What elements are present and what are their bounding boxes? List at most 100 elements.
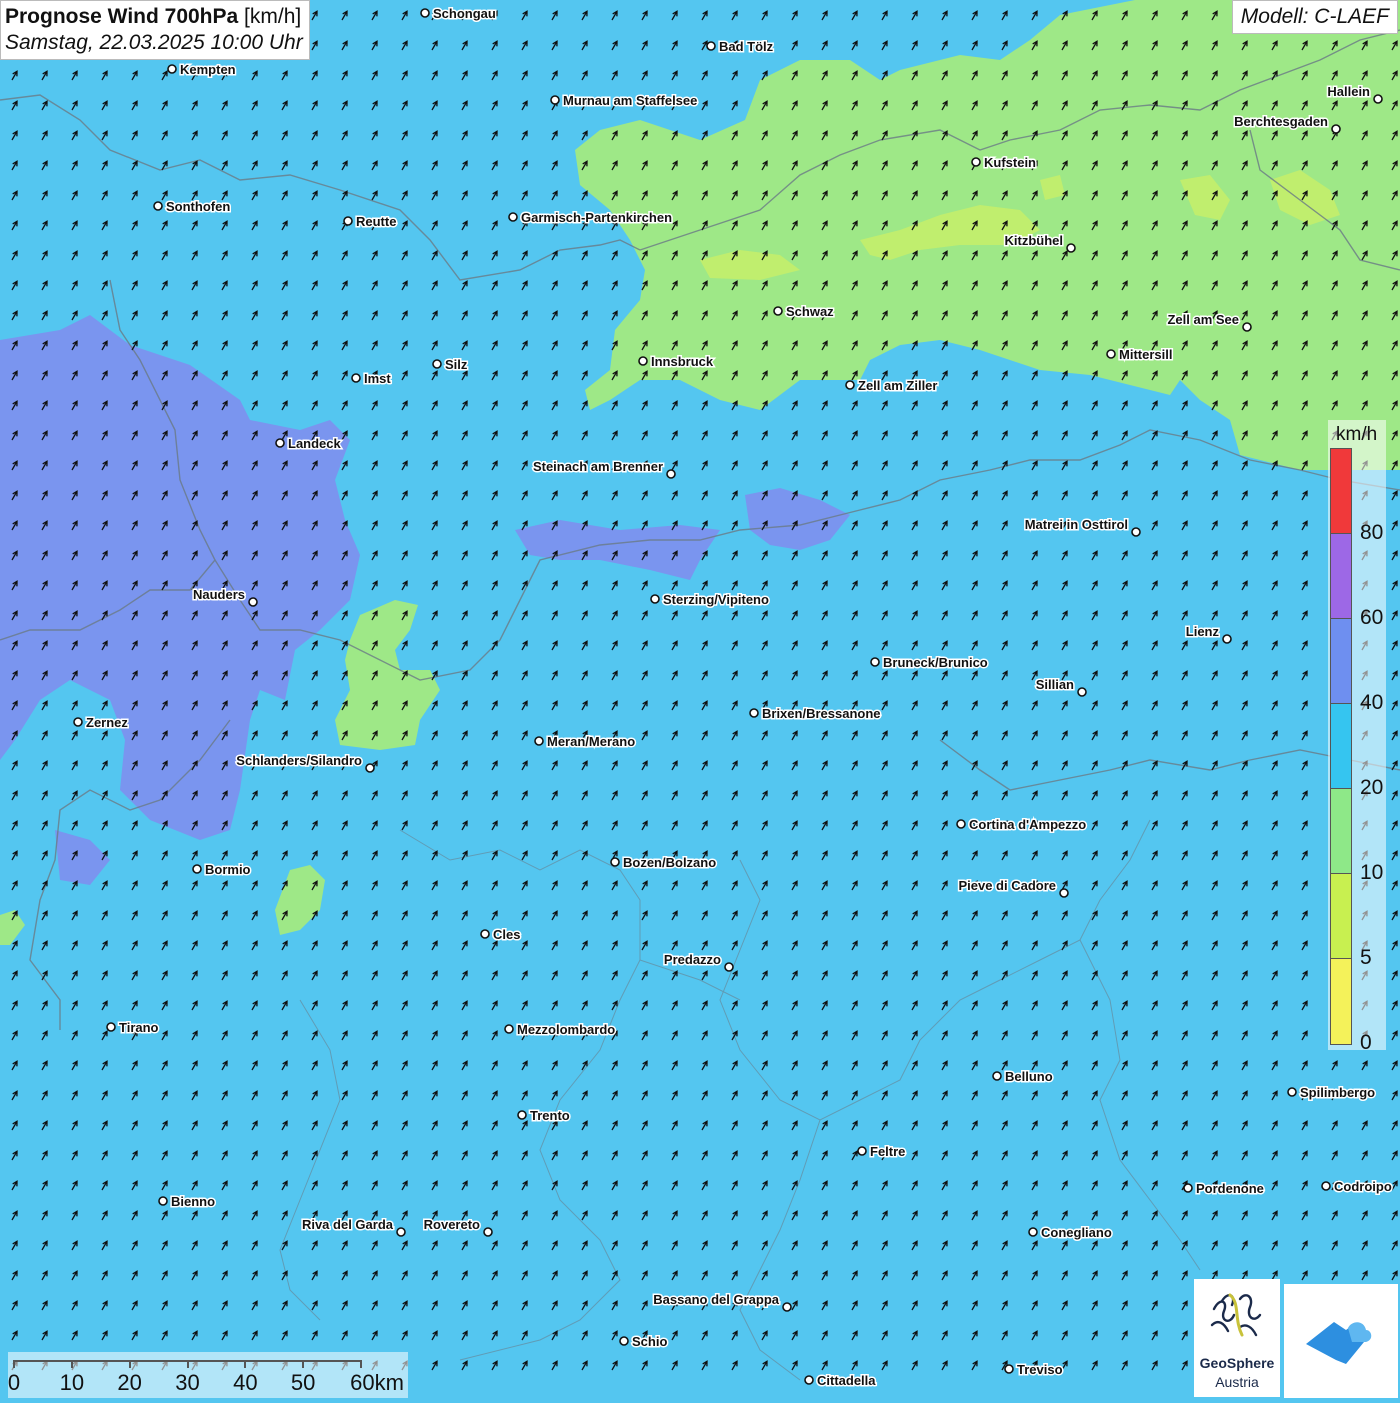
place-marker: Meran/Merano — [534, 733, 637, 751]
scale-label: 60km — [350, 1370, 404, 1395]
place-dot-icon — [610, 857, 620, 867]
scale-tick — [302, 1360, 305, 1368]
place-dot-icon — [483, 1227, 493, 1237]
place-dot-icon — [106, 1022, 116, 1032]
place-marker: Sonthofen — [153, 198, 232, 216]
place-label: Schongau — [433, 6, 496, 21]
place-marker: Cortina d'Ampezzo — [956, 816, 1088, 834]
place-dot-icon — [1077, 687, 1087, 697]
legend-swatch — [1331, 959, 1351, 1044]
place-label: Treviso — [1017, 1362, 1063, 1377]
scale-bar: 0 10 20 30 40 50 60km — [8, 1352, 408, 1398]
place-label: Meran/Merano — [547, 734, 635, 749]
place-dot-icon — [550, 95, 560, 105]
place-dot-icon — [804, 1375, 814, 1385]
place-dot-icon — [517, 1110, 527, 1120]
place-marker: Bruneck/Brunico — [870, 654, 989, 672]
place-label: Silz — [445, 357, 468, 372]
place-dot-icon — [1131, 527, 1141, 537]
place-marker: Brixen/Bressanone — [749, 705, 882, 723]
place-dot-icon — [420, 8, 430, 18]
place-dot-icon — [845, 380, 855, 390]
place-label: Zernez — [86, 715, 128, 730]
app-logo[interactable] — [1284, 1284, 1398, 1398]
scale-tick — [244, 1360, 247, 1368]
place-dot-icon — [956, 819, 966, 829]
geosphere-subtitle: Austria — [1215, 1374, 1259, 1390]
place-dot-icon — [650, 594, 660, 604]
place-dot-icon — [1321, 1181, 1331, 1191]
place-dot-icon — [706, 41, 716, 51]
place-dot-icon — [167, 64, 177, 74]
scale-label: 10 — [59, 1370, 85, 1395]
legend-swatch — [1331, 619, 1351, 704]
place-label: Trento — [530, 1108, 570, 1123]
place-dot-icon — [1106, 349, 1116, 359]
place-dot-icon — [508, 212, 518, 222]
place-label: Reutte — [356, 214, 396, 229]
place-label: Pieve di Cadore — [958, 878, 1056, 893]
place-dot-icon — [153, 201, 163, 211]
place-label: Bozen/Bolzano — [623, 855, 716, 870]
weather-app-icon — [1306, 1322, 1372, 1364]
place-label: Kitzbühel — [1005, 233, 1064, 248]
place-dot-icon — [158, 1196, 168, 1206]
place-marker: Conegliano — [1028, 1224, 1113, 1242]
place-label: Bassano del Grappa — [653, 1292, 779, 1307]
scale-label: 20 — [117, 1370, 142, 1395]
legend-swatch — [1331, 789, 1351, 874]
place-label: Bad Tölz — [719, 39, 774, 54]
place-label: Mezzolombardo — [517, 1022, 615, 1037]
place-label: Predazzo — [664, 952, 721, 967]
place-label: Nauders — [193, 587, 245, 602]
place-label: Mittersill — [1119, 347, 1172, 362]
place-dot-icon — [1059, 888, 1069, 898]
place-dot-icon — [773, 306, 783, 316]
scale-tick — [70, 1360, 73, 1368]
legend-label: 40 — [1360, 691, 1384, 714]
place-dot-icon — [248, 597, 258, 607]
place-marker: Mezzolombardo — [504, 1021, 617, 1039]
place-dot-icon — [971, 157, 981, 167]
legend-label: 80 — [1360, 521, 1384, 544]
place-marker: Sterzing/Vipiteno — [650, 591, 770, 609]
place-marker: Schongau — [420, 5, 497, 23]
place-label: Rovereto — [424, 1217, 480, 1232]
place-dot-icon — [365, 763, 375, 773]
place-label: Belluno — [1005, 1069, 1053, 1084]
place-dot-icon — [1222, 634, 1232, 644]
place-label: Steinach am Brenner — [533, 459, 663, 474]
place-label: Garmisch-Partenkirchen — [521, 210, 672, 225]
place-label: Sterzing/Vipiteno — [663, 592, 769, 607]
place-label: Sillian — [1036, 677, 1074, 692]
place-dot-icon — [1242, 322, 1252, 332]
place-label: Bruneck/Brunico — [883, 655, 988, 670]
place-dot-icon — [1331, 124, 1341, 134]
place-label: Spilimbergo — [1300, 1085, 1375, 1100]
place-dot-icon — [192, 864, 202, 874]
place-label: Hallein — [1327, 84, 1370, 99]
place-label: Kufstein — [984, 155, 1036, 170]
place-dot-icon — [782, 1302, 792, 1312]
place-dot-icon — [619, 1336, 629, 1346]
place-marker: Pordenone — [1183, 1180, 1265, 1198]
legend-label: 5 — [1360, 946, 1372, 969]
map-title: Prognose Wind 700hPa [km/h] — [5, 5, 303, 29]
place-dot-icon — [343, 216, 353, 226]
place-label: Feltre — [870, 1144, 905, 1159]
place-dot-icon — [396, 1227, 406, 1237]
place-label: Imst — [364, 371, 391, 386]
place-label: Cles — [493, 927, 520, 942]
place-dot-icon — [1287, 1087, 1297, 1097]
geosphere-logo[interactable]: GeoSphere Austria — [1194, 1279, 1280, 1397]
place-label: Lienz — [1186, 624, 1220, 639]
place-dot-icon — [534, 736, 544, 746]
legend-swatch — [1331, 874, 1351, 959]
place-dot-icon — [1004, 1364, 1014, 1374]
place-dot-icon — [857, 1146, 867, 1156]
place-label: Cortina d'Ampezzo — [969, 817, 1086, 832]
wind-forecast-map: Schongau Bad Tölz Kempten Murnau am Staffel… — [0, 0, 1400, 1400]
place-label: Pordenone — [1196, 1181, 1264, 1196]
place-dot-icon — [749, 708, 759, 718]
legend-unit: km/h — [1336, 424, 1378, 445]
